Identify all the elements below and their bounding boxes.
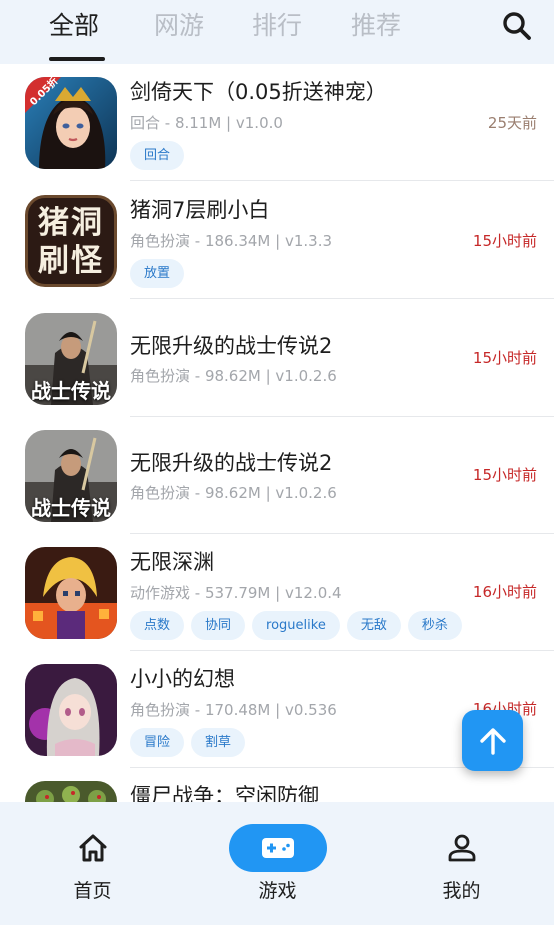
game-icon: 战士传说 <box>25 313 117 405</box>
game-tag[interactable]: 协同 <box>191 611 246 640</box>
game-list-item[interactable]: 僵尸战争：空闲防御 <box>0 768 554 802</box>
tag-list: 回合 <box>130 141 185 170</box>
divider <box>130 180 554 181</box>
game-meta: 角色扮演 - 98.62M | v1.0.2.6 <box>130 367 337 385</box>
game-title: 无限升级的战士传说2 <box>130 334 333 358</box>
tab-recommended[interactable]: 推荐 <box>351 8 401 44</box>
game-icon <box>25 547 117 639</box>
tag-list: 冒险 割草 <box>130 728 246 757</box>
game-meta: 角色扮演 - 98.62M | v1.0.2.6 <box>130 484 337 502</box>
game-icon <box>25 664 117 756</box>
game-title: 无限升级的战士传说2 <box>130 451 333 475</box>
game-meta: 动作游戏 - 537.79M | v12.0.4 <box>130 584 342 602</box>
tab-online-games[interactable]: 网游 <box>154 8 204 44</box>
game-title: 无限深渊 <box>130 550 214 574</box>
game-tag[interactable]: 放置 <box>130 259 185 288</box>
divider <box>130 298 554 299</box>
update-time: 15小时前 <box>472 466 537 484</box>
game-tag[interactable]: 秒杀 <box>407 611 462 640</box>
tab-all[interactable]: 全部 <box>49 8 99 44</box>
game-icon <box>25 781 117 802</box>
game-tag[interactable]: 无敌 <box>346 611 401 640</box>
bottom-navigation: 首页 游戏 我的 <box>0 802 554 925</box>
game-meta: 角色扮演 - 186.34M | v1.3.3 <box>130 232 333 250</box>
nav-games[interactable]: 游戏 <box>185 802 370 925</box>
search-icon <box>503 12 531 40</box>
game-icon: 0.05折 <box>25 77 117 169</box>
game-list-item[interactable]: 战士传说 无限升级的战士传说2 角色扮演 - 98.62M | v1.0.2.6… <box>0 417 554 534</box>
game-list-item[interactable]: 猪洞刷怪 猪洞7层刷小白 角色扮演 - 186.34M | v1.3.3 15小… <box>0 182 554 299</box>
game-tag[interactable]: 冒险 <box>130 728 185 757</box>
game-tag[interactable]: 割草 <box>191 728 246 757</box>
nav-games-label: 游戏 <box>258 880 297 902</box>
person-icon <box>448 834 475 862</box>
game-title: 猪洞7层刷小白 <box>130 198 270 222</box>
game-meta: 回合 - 8.11M | v1.0.0 <box>130 114 283 132</box>
game-tag[interactable]: roguelike <box>252 611 340 640</box>
game-title: 小小的幻想 <box>130 667 235 691</box>
icon-text: 战士传说 <box>31 379 111 403</box>
game-meta: 角色扮演 - 170.48M | v0.536 <box>130 701 337 719</box>
game-list-item[interactable]: 战士传说 无限升级的战士传说2 角色扮演 - 98.62M | v1.0.2.6… <box>0 300 554 417</box>
game-icon: 猪洞刷怪 <box>25 195 117 287</box>
game-list-item[interactable]: 无限深渊 动作游戏 - 537.79M | v12.0.4 16小时前 点数 协… <box>0 534 554 651</box>
game-tag[interactable]: 回合 <box>130 141 185 170</box>
top-tab-bar: 全部 网游 排行 推荐 <box>0 0 554 64</box>
tag-list: 点数 协同 roguelike 无敌 秒杀 <box>130 611 462 640</box>
update-time: 15小时前 <box>472 349 537 367</box>
gamepad-icon <box>261 838 294 858</box>
game-list[interactable]: 0.05折 剑倚天下（0.05折送神宠） 回合 - 8.11M | v1.0.0… <box>0 64 554 802</box>
nav-profile[interactable]: 我的 <box>369 802 554 925</box>
home-icon <box>79 834 106 862</box>
tag-list: 放置 <box>130 259 185 288</box>
tab-ranking[interactable]: 排行 <box>252 8 302 44</box>
game-list-item[interactable]: 0.05折 剑倚天下（0.05折送神宠） 回合 - 8.11M | v1.0.0… <box>0 64 554 181</box>
game-icon: 战士传说 <box>25 430 117 522</box>
update-time: 16小时前 <box>472 583 537 601</box>
arrow-up-icon <box>479 727 506 755</box>
nav-home-label: 首页 <box>73 880 112 902</box>
scroll-to-top-button[interactable] <box>462 710 523 771</box>
active-tab-indicator <box>49 57 105 61</box>
game-tag[interactable]: 点数 <box>130 611 185 640</box>
search-button[interactable] <box>499 8 535 44</box>
nav-home[interactable]: 首页 <box>0 802 185 925</box>
icon-text: 猪洞刷怪 <box>38 205 104 279</box>
update-time: 15小时前 <box>472 232 537 250</box>
update-time: 25天前 <box>487 114 537 132</box>
nav-profile-label: 我的 <box>442 880 481 902</box>
game-title: 剑倚天下（0.05折送神宠） <box>130 80 387 104</box>
game-title: 僵尸战争：空闲防御 <box>130 784 319 802</box>
icon-text: 战士传说 <box>31 496 111 520</box>
